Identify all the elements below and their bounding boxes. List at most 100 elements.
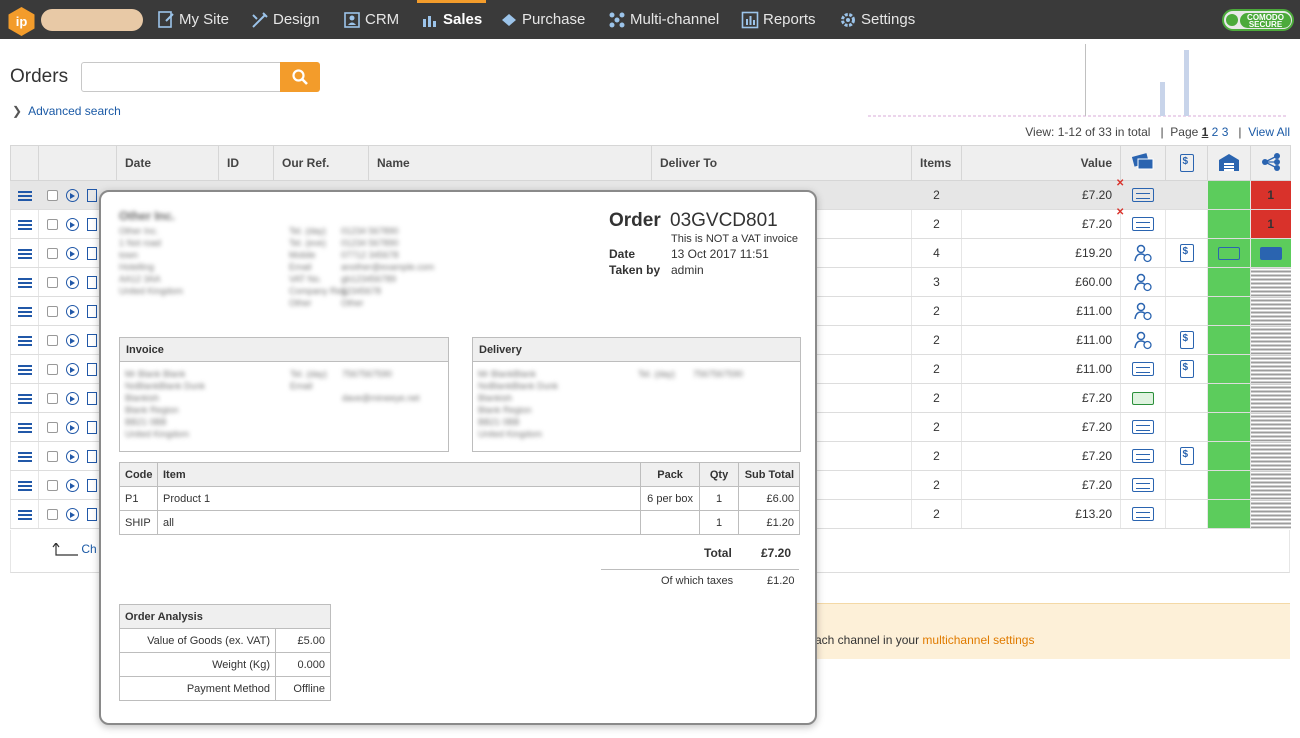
payment-status[interactable] bbox=[1120, 441, 1166, 471]
payment-status[interactable] bbox=[1120, 412, 1166, 442]
open-order-icon[interactable] bbox=[66, 246, 79, 260]
edit-icon[interactable] bbox=[87, 449, 97, 463]
page-link-3[interactable]: 3 bbox=[1222, 125, 1229, 139]
row-checkbox[interactable] bbox=[47, 363, 58, 375]
payment-status[interactable]: ✕ bbox=[1116, 178, 1166, 210]
menu-icon[interactable] bbox=[17, 368, 32, 371]
row-menu[interactable] bbox=[10, 441, 39, 471]
row-menu[interactable] bbox=[10, 470, 39, 500]
open-order-icon[interactable] bbox=[66, 449, 79, 463]
order-search-input[interactable] bbox=[81, 62, 281, 92]
channel-status[interactable] bbox=[1250, 325, 1291, 355]
nav-purchase[interactable]: Purchase bbox=[500, 0, 585, 39]
edit-icon[interactable] bbox=[87, 217, 97, 231]
row-checkbox[interactable] bbox=[47, 392, 58, 404]
col-value[interactable]: Value bbox=[961, 145, 1121, 181]
edit-icon[interactable] bbox=[87, 188, 97, 202]
open-order-icon[interactable] bbox=[66, 420, 79, 434]
shipping-status[interactable] bbox=[1207, 412, 1251, 442]
invoice-status[interactable] bbox=[1165, 296, 1208, 326]
nav-my-site[interactable]: My Site bbox=[157, 0, 229, 39]
shipping-status[interactable] bbox=[1207, 267, 1251, 297]
menu-icon[interactable] bbox=[17, 339, 32, 342]
col-id[interactable]: ID bbox=[218, 145, 274, 181]
nav-design[interactable]: Design bbox=[251, 0, 320, 39]
payment-status[interactable] bbox=[1120, 499, 1166, 529]
search-button[interactable] bbox=[280, 62, 320, 92]
col-our-ref[interactable]: Our Ref. bbox=[273, 145, 369, 181]
menu-icon[interactable] bbox=[17, 513, 32, 516]
nav-settings[interactable]: Settings bbox=[839, 0, 915, 39]
channel-status[interactable] bbox=[1250, 267, 1291, 297]
payment-status[interactable]: ✕ bbox=[1116, 207, 1166, 239]
channel-status[interactable] bbox=[1250, 441, 1291, 471]
row-checkbox[interactable] bbox=[47, 450, 58, 462]
row-checkbox[interactable] bbox=[47, 218, 58, 230]
row-checkbox[interactable] bbox=[47, 305, 58, 317]
menu-icon[interactable] bbox=[17, 252, 32, 255]
menu-icon[interactable] bbox=[17, 194, 32, 197]
comodo-secure-badge[interactable]: COMODO SECURE bbox=[1222, 9, 1294, 31]
nav-multi-channel[interactable]: Multi-channel bbox=[608, 0, 719, 39]
row-menu[interactable] bbox=[10, 499, 39, 529]
menu-icon[interactable] bbox=[17, 455, 32, 458]
row-menu[interactable] bbox=[10, 354, 39, 384]
menu-icon[interactable] bbox=[17, 223, 32, 226]
row-checkbox[interactable] bbox=[47, 189, 58, 201]
open-order-icon[interactable] bbox=[66, 362, 79, 376]
shipping-status[interactable] bbox=[1207, 325, 1251, 355]
invoice-status[interactable] bbox=[1165, 325, 1208, 355]
payment-status[interactable] bbox=[1120, 267, 1166, 297]
advanced-search-link[interactable]: ❯ Advanced search bbox=[12, 104, 121, 118]
invoice-status[interactable] bbox=[1165, 470, 1208, 500]
row-menu[interactable] bbox=[10, 383, 39, 413]
payment-status[interactable] bbox=[1120, 354, 1166, 384]
channel-status[interactable]: 1 bbox=[1250, 180, 1291, 210]
channel-status[interactable] bbox=[1250, 296, 1291, 326]
shipping-status[interactable] bbox=[1207, 470, 1251, 500]
open-order-icon[interactable] bbox=[66, 275, 79, 289]
view-all-link[interactable]: View All bbox=[1248, 125, 1290, 139]
page-link-2[interactable]: 2 bbox=[1212, 125, 1219, 139]
open-order-icon[interactable] bbox=[66, 507, 79, 521]
page-link-1[interactable]: 1 bbox=[1202, 125, 1209, 139]
row-menu[interactable] bbox=[10, 412, 39, 442]
channel-status[interactable] bbox=[1250, 470, 1291, 500]
shipping-status[interactable] bbox=[1207, 180, 1251, 210]
edit-icon[interactable] bbox=[87, 333, 97, 347]
edit-icon[interactable] bbox=[87, 391, 97, 405]
nav-reports[interactable]: Reports bbox=[741, 0, 816, 39]
row-checkbox[interactable] bbox=[47, 334, 58, 346]
invoice-status[interactable] bbox=[1165, 238, 1208, 268]
row-checkbox[interactable] bbox=[47, 276, 58, 288]
invoice-status[interactable] bbox=[1165, 383, 1208, 413]
payment-status[interactable] bbox=[1120, 325, 1166, 355]
row-menu[interactable] bbox=[10, 267, 39, 297]
shipping-status[interactable] bbox=[1207, 209, 1251, 239]
menu-icon[interactable] bbox=[17, 397, 32, 400]
payment-status[interactable] bbox=[1120, 470, 1166, 500]
edit-icon[interactable] bbox=[87, 507, 97, 521]
nav-sales[interactable]: Sales bbox=[416, 0, 487, 39]
channel-status[interactable] bbox=[1250, 383, 1291, 413]
row-checkbox[interactable] bbox=[47, 479, 58, 491]
payment-status[interactable] bbox=[1120, 238, 1166, 268]
shipping-status[interactable] bbox=[1207, 238, 1251, 268]
invoice-status[interactable] bbox=[1165, 354, 1208, 384]
nav-crm[interactable]: CRM bbox=[343, 0, 399, 39]
invoice-status[interactable] bbox=[1165, 441, 1208, 471]
row-menu[interactable] bbox=[10, 296, 39, 326]
row-menu[interactable] bbox=[10, 325, 39, 355]
edit-icon[interactable] bbox=[87, 362, 97, 376]
invoice-status[interactable] bbox=[1165, 180, 1208, 210]
shipping-status[interactable] bbox=[1207, 354, 1251, 384]
shipping-status[interactable] bbox=[1207, 499, 1251, 529]
menu-icon[interactable] bbox=[17, 484, 32, 487]
open-order-icon[interactable] bbox=[66, 478, 79, 492]
open-order-icon[interactable] bbox=[66, 304, 79, 318]
row-menu[interactable] bbox=[10, 238, 39, 268]
store-name-pill[interactable] bbox=[41, 9, 143, 31]
invoice-status[interactable] bbox=[1165, 499, 1208, 529]
col-items[interactable]: Items bbox=[911, 145, 962, 181]
edit-icon[interactable] bbox=[87, 275, 97, 289]
